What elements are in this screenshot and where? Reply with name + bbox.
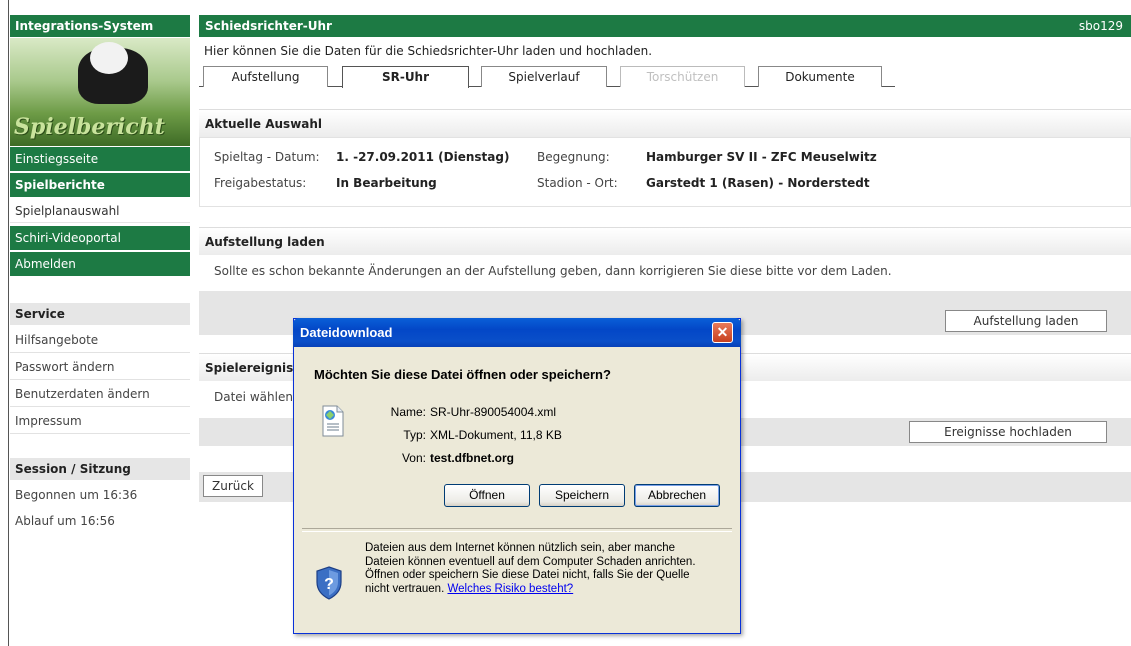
dialog-question: Möchten Sie diese Datei öffnen oder spei…	[314, 367, 611, 382]
file-source-value: test.dfbnet.org	[430, 451, 514, 465]
service-item-impressum[interactable]: Impressum	[10, 408, 190, 434]
tab-aufstellung[interactable]: Aufstellung	[203, 66, 328, 87]
file-name-label: Name:	[390, 405, 426, 419]
tab-spielverlauf[interactable]: Spielverlauf	[481, 66, 607, 87]
open-button[interactable]: Öffnen	[444, 484, 530, 507]
file-choose-label: Datei wählen	[214, 390, 293, 404]
page-header: Schiedsrichter-Uhr sbo129	[199, 15, 1131, 37]
save-button[interactable]: Speichern	[539, 484, 625, 507]
nav-spielplanauswahl[interactable]: Spielplanauswahl	[10, 199, 190, 223]
svg-text:?: ?	[324, 576, 334, 593]
security-note-line2: Dateien können eventuell auf dem Compute…	[365, 555, 696, 568]
file-type-value: XML-Dokument, 11,8 KB	[430, 428, 562, 442]
security-note-line4: nicht vertrauen. Welches Risiko besteht?	[365, 583, 725, 597]
lineup-text: Sollte es schon bekannte Änderungen an d…	[214, 264, 892, 278]
security-note-line1: Dateien aus dem Internet können nützlich…	[365, 542, 676, 554]
match-value: Hamburger SV II - ZFC Meuselwitz	[646, 150, 877, 164]
page-edge-line	[8, 0, 9, 646]
service-item-benutzerdaten[interactable]: Benutzerdaten ändern	[10, 381, 190, 407]
nav-schiri-videoportal[interactable]: Schiri-Videoportal	[10, 226, 190, 250]
risk-info-link[interactable]: Welches Risiko besteht?	[447, 583, 573, 595]
intro-text: Hier können Sie die Daten für die Schied…	[204, 44, 653, 58]
xml-file-icon	[317, 404, 349, 438]
security-shield-icon: ?	[314, 565, 344, 601]
selection-panel	[199, 137, 1131, 207]
file-type-label: Typ:	[403, 428, 426, 442]
tab-dokumente[interactable]: Dokumente	[758, 66, 882, 87]
tab-torschuetzen: Torschützen	[620, 66, 745, 87]
selection-heading: Aktuelle Auswahl	[199, 109, 1131, 137]
file-source-label: Von:	[401, 451, 426, 465]
nav-spielberichte[interactable]: Spielberichte	[10, 173, 190, 197]
match-label: Begegnung:	[537, 150, 610, 164]
cancel-button[interactable]: Abbrechen	[634, 484, 720, 507]
status-label: Freigabestatus:	[214, 176, 307, 190]
close-icon[interactable]: ✕	[712, 322, 733, 343]
matchday-label: Spieltag - Datum:	[214, 150, 320, 164]
file-name-value: SR-Uhr-890054004.xml	[430, 405, 557, 419]
dialog-title: Dateidownload	[293, 318, 741, 347]
security-note: Dateien aus dem Internet können nützlich…	[365, 542, 725, 596]
stadium-value: Garstedt 1 (Rasen) - Norderstedt	[646, 176, 870, 190]
service-item-passwort[interactable]: Passwort ändern	[10, 354, 190, 380]
user-id: sbo129	[1078, 19, 1123, 33]
football-boot-sole-image	[90, 42, 128, 74]
dialog-separator	[302, 528, 732, 532]
system-title: Integrations-System	[10, 15, 190, 37]
back-button[interactable]: Zurück	[203, 475, 263, 497]
service-item-hilfsangebote[interactable]: Hilfsangebote	[10, 327, 190, 353]
session-expires: Ablauf um 16:56	[10, 508, 190, 534]
load-lineup-button[interactable]: Aufstellung laden	[945, 310, 1107, 332]
service-heading: Service	[10, 303, 190, 325]
session-started: Begonnen um 16:36	[10, 482, 190, 508]
nav-abmelden[interactable]: Abmelden	[10, 252, 190, 276]
upload-events-button[interactable]: Ereignisse hochladen	[909, 421, 1107, 443]
banner-title: Spielbericht	[14, 114, 165, 140]
session-heading: Session / Sitzung	[10, 458, 190, 480]
tab-sr-uhr[interactable]: SR-Uhr	[342, 66, 469, 88]
lineup-heading: Aufstellung laden	[199, 227, 1131, 255]
stadium-label: Stadion - Ort:	[537, 176, 618, 190]
page-title: Schiedsrichter-Uhr	[205, 19, 332, 33]
status-value: In Bearbeitung	[336, 176, 437, 190]
banner-image: Spielbericht	[10, 38, 190, 146]
matchday-value: 1. -27.09.2011 (Dienstag)	[336, 150, 510, 164]
security-note-line3: Öffnen oder speichern Sie diese Datei ni…	[365, 569, 690, 581]
security-note-text: nicht vertrauen.	[365, 582, 445, 595]
nav-einstiegsseite[interactable]: Einstiegsseite	[10, 147, 190, 171]
